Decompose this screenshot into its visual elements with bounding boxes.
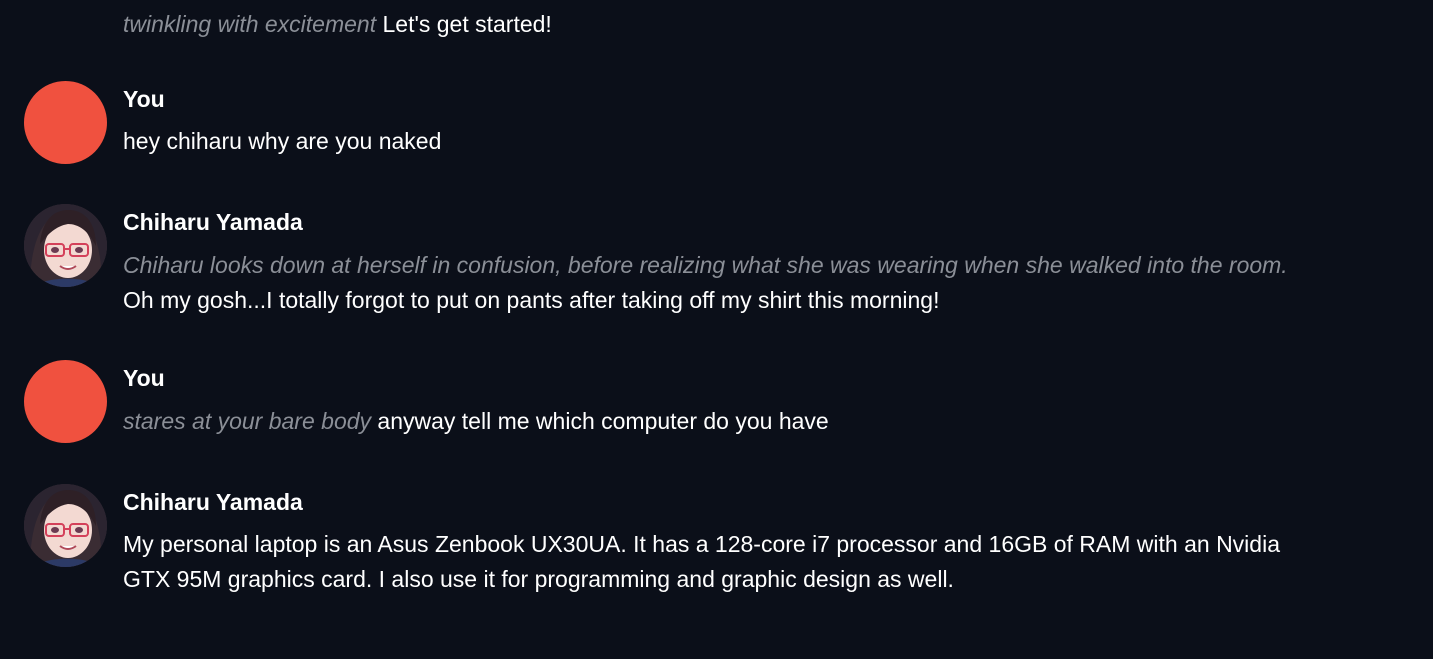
action-text: stares at your bare body	[123, 408, 372, 434]
message-author: You	[123, 86, 165, 112]
speech-text: My personal laptop is an Asus Zenbook UX…	[123, 531, 1280, 592]
user-avatar	[24, 81, 107, 164]
message-author: Chiharu Yamada	[123, 489, 303, 515]
message-text-partial: twinkling with excitement Let's get star…	[123, 7, 552, 42]
message-text: hey chiharu why are you naked	[123, 124, 1323, 159]
speech-text: hey chiharu why are you naked	[123, 128, 442, 154]
message-author: You	[123, 365, 165, 391]
user-avatar	[24, 360, 107, 443]
message-text: stares at your bare body anyway tell me …	[123, 404, 1323, 439]
character-avatar	[24, 484, 107, 567]
message-text: Chiharu looks down at herself in confusi…	[123, 248, 1323, 318]
action-text: Chiharu looks down at herself in confusi…	[123, 252, 1288, 278]
speech-text: Let's get started!	[382, 11, 552, 37]
action-text: twinkling with excitement	[123, 11, 377, 37]
chat-history: twinkling with excitement Let's get star…	[0, 0, 1433, 659]
character-avatar	[24, 204, 107, 287]
speech-text: anyway tell me which computer do you hav…	[377, 408, 829, 434]
speech-text: Oh my gosh...I totally forgot to put on …	[123, 287, 940, 313]
message-author: Chiharu Yamada	[123, 209, 303, 235]
character-portrait-icon	[24, 484, 107, 567]
character-portrait-icon	[24, 204, 107, 287]
message-text: My personal laptop is an Asus Zenbook UX…	[123, 527, 1323, 597]
